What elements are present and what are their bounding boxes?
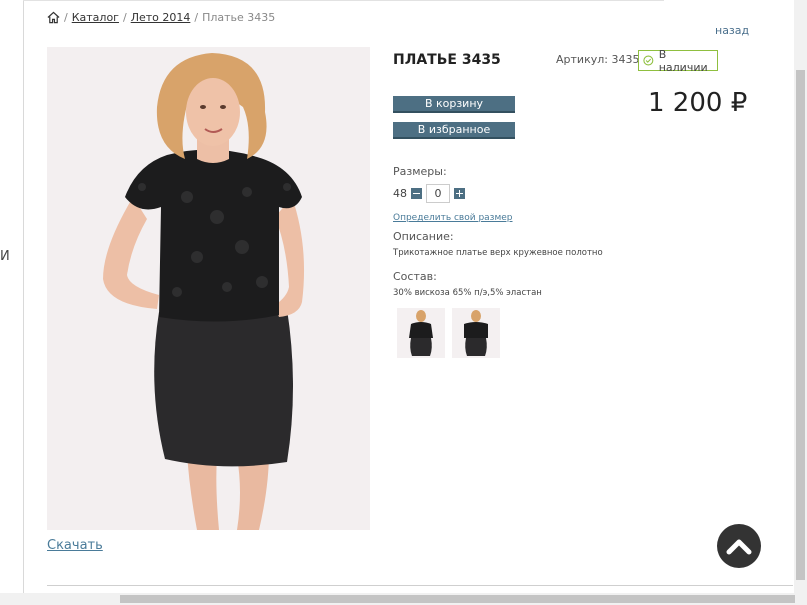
description-text: Трикотажное платье верх кружевное полотн… [393, 248, 603, 258]
composition-text: 30% вискоза 65% п/э,5% эластан [393, 288, 542, 298]
quantity-input[interactable] [426, 184, 450, 203]
stock-badge: В наличии [638, 47, 718, 74]
breadcrumb-current: Платье 3435 [202, 11, 276, 24]
stock-label: В наличии [658, 47, 708, 74]
size-value: 48 [393, 187, 407, 200]
home-icon[interactable] [47, 11, 60, 24]
size-quantity-row: 48 [393, 184, 465, 203]
breadcrumb: / Каталог / Лето 2014 / Платье 3435 [47, 11, 275, 24]
horizontal-scrollbar-thumb[interactable] [120, 595, 795, 603]
product-thumbnail[interactable] [397, 308, 445, 358]
description-label: Описание: [393, 230, 454, 243]
product-thumbnail[interactable] [452, 308, 500, 358]
add-to-cart-button[interactable]: В корзину [393, 96, 515, 113]
vertical-scrollbar[interactable] [794, 0, 807, 593]
article-number: Артикул: 3435 [556, 53, 640, 66]
download-link[interactable]: Скачать [47, 538, 103, 553]
left-border [23, 0, 24, 600]
check-circle-icon [643, 55, 654, 66]
top-rule [23, 0, 664, 1]
composition-label: Состав: [393, 270, 437, 283]
size-help-link[interactable]: Определить свой размер [393, 213, 513, 223]
bottom-divider [47, 585, 793, 586]
sizes-label: Размеры: [393, 165, 447, 178]
add-to-favorites-button[interactable]: В избранное [393, 122, 515, 139]
increase-quantity-button[interactable] [454, 188, 465, 199]
breadcrumb-separator: / [194, 11, 199, 24]
scroll-to-top-button[interactable] [717, 524, 761, 568]
breadcrumb-separator: / [64, 11, 68, 24]
vertical-scrollbar-thumb[interactable] [796, 70, 805, 580]
product-page: И / Каталог / Лето 2014 / Платье 3435 на… [0, 0, 807, 605]
decrease-quantity-button[interactable] [411, 188, 422, 199]
horizontal-scrollbar[interactable] [0, 593, 807, 605]
breadcrumb-separator: / [122, 11, 127, 24]
left-edge-letter: И [0, 249, 10, 264]
breadcrumb-catalog[interactable]: Каталог [72, 11, 119, 24]
product-title: ПЛАТЬЕ 3435 [393, 52, 501, 68]
chevron-up-icon [726, 539, 752, 555]
back-link[interactable]: назад [715, 24, 749, 37]
product-price: 1 200 ₽ [648, 88, 748, 118]
breadcrumb-summer-2014[interactable]: Лето 2014 [131, 11, 191, 24]
product-photo[interactable] [47, 47, 370, 530]
